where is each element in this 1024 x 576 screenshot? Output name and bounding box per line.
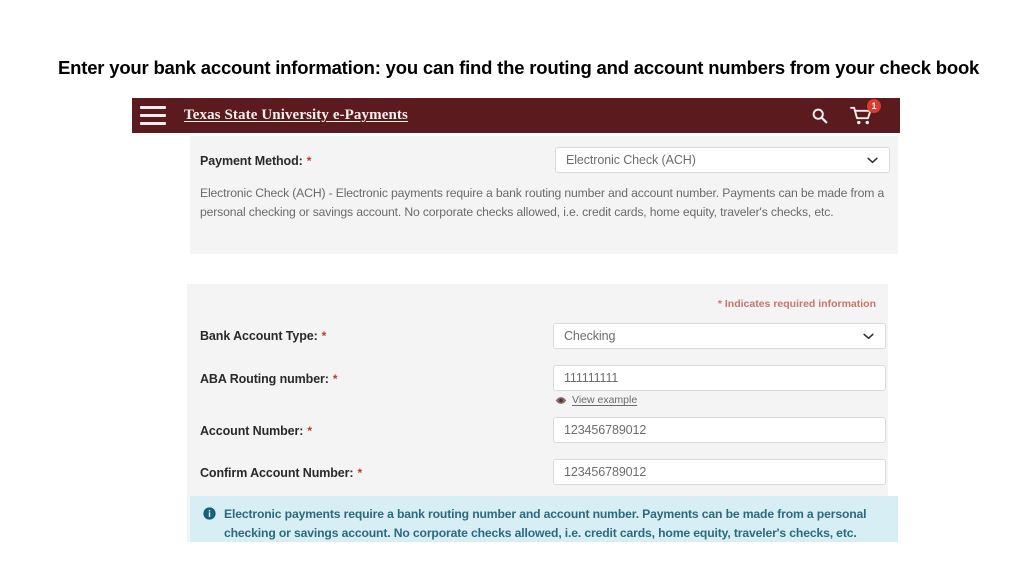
- account-number-value: 123456789012: [564, 423, 647, 437]
- aba-routing-number-input[interactable]: 111111111: [553, 365, 886, 391]
- info-circle-icon: [203, 507, 216, 520]
- header-actions: 1: [811, 98, 881, 133]
- aba-routing-required-marker: *: [332, 372, 338, 386]
- confirm-account-number-input[interactable]: 123456789012: [553, 459, 886, 485]
- aba-routing-number-value: 111111111: [564, 371, 619, 385]
- eye-icon: [555, 396, 567, 404]
- view-example-label: View example: [572, 394, 638, 406]
- payment-method-select-value: Electronic Check (ACH): [566, 153, 696, 167]
- confirm-account-number-label-row: Confirm Account Number: *: [200, 466, 362, 480]
- required-information-note: * Indicates required information: [717, 298, 876, 310]
- confirm-account-number-label: Confirm Account Number:: [200, 466, 354, 480]
- account-number-input[interactable]: 123456789012: [553, 417, 886, 443]
- bank-account-type-select[interactable]: Checking: [553, 323, 886, 349]
- chevron-down-icon: [863, 333, 874, 339]
- chevron-down-icon: [867, 157, 878, 163]
- aba-routing-number-label: ABA Routing number:: [200, 372, 329, 386]
- payment-method-select[interactable]: Electronic Check (ACH): [555, 147, 890, 173]
- hamburger-menu-icon[interactable]: [140, 106, 166, 125]
- payment-method-label: Payment Method:: [200, 154, 303, 168]
- info-alert-text: Electronic payments require a bank routi…: [224, 507, 867, 540]
- cart-badge-count: 1: [867, 98, 881, 113]
- app-title[interactable]: Texas State University e-Payments: [184, 107, 408, 124]
- bank-account-type-required-marker: *: [321, 329, 327, 343]
- confirm-account-number-value: 123456789012: [564, 465, 647, 479]
- search-icon[interactable]: [811, 107, 828, 124]
- confirm-account-number-required-marker: *: [357, 466, 363, 480]
- page-title: Enter your bank account information: you…: [58, 57, 980, 78]
- account-number-required-marker: *: [307, 424, 313, 438]
- embedded-screenshot: Texas State University e-Payments 1 Paym: [132, 98, 900, 542]
- view-example-link[interactable]: View example: [555, 394, 637, 406]
- payment-method-description: Electronic Check (ACH) - Electronic paym…: [200, 186, 885, 219]
- bank-account-type-label: Bank Account Type:: [200, 329, 318, 343]
- info-alert: Electronic payments require a bank routi…: [190, 496, 898, 542]
- payment-method-required-marker: *: [306, 154, 312, 168]
- payment-method-panel: Payment Method: * Electronic Check (ACH)…: [190, 136, 898, 254]
- payment-method-label-row: Payment Method: *: [200, 154, 311, 168]
- bank-account-type-value: Checking: [564, 329, 616, 343]
- account-number-label: Account Number:: [200, 424, 304, 438]
- bank-account-type-label-row: Bank Account Type: *: [200, 329, 326, 343]
- app-header: Texas State University e-Payments 1: [132, 98, 900, 133]
- account-number-label-row: Account Number: *: [200, 424, 312, 438]
- shopping-cart-icon[interactable]: 1: [850, 98, 881, 126]
- aba-routing-label-row: ABA Routing number: *: [200, 372, 338, 386]
